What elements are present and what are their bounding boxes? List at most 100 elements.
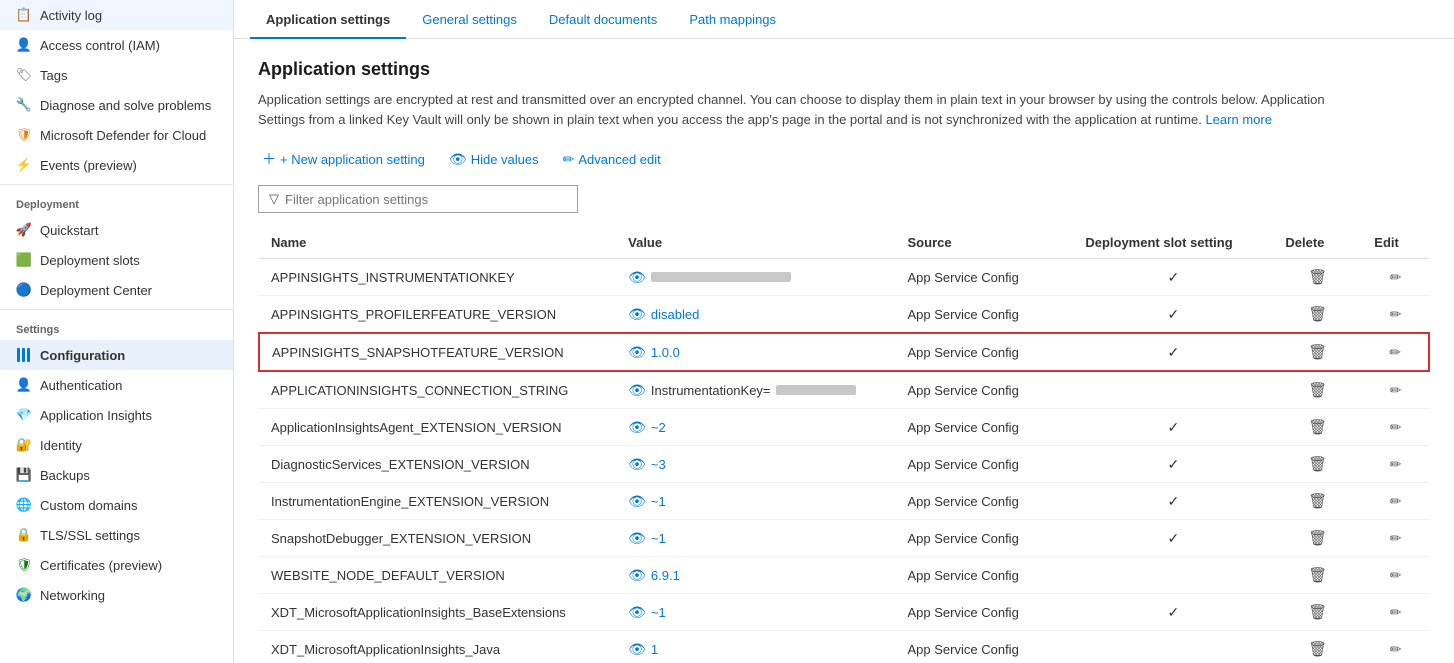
sidebar-item-defender[interactable]: 🛡 Microsoft Defender for Cloud [0,120,233,150]
sidebar-item-deployment-center[interactable]: 🔵 Deployment Center [0,275,233,305]
table-row: SnapshotDebugger_EXTENSION_VERSION👁~1App… [259,520,1429,557]
table-row: APPINSIGHTS_INSTRUMENTATIONKEY👁App Servi… [259,259,1429,296]
eye-icon[interactable]: 👁 [628,306,646,323]
sidebar-item-label: TLS/SSL settings [40,528,140,543]
setting-value: 👁~1 [616,594,895,631]
hide-values-button[interactable]: 👁 Hide values [445,147,543,172]
delete-button[interactable]: 🗑 [1302,490,1333,512]
eye-icon[interactable]: 👁 [628,641,646,658]
edit-button[interactable]: ✏ [1384,491,1408,512]
setting-value: 👁~2 [616,409,895,446]
setting-edit-cell: ✏ [1362,259,1429,296]
edit-button[interactable]: ✏ [1384,304,1408,325]
setting-delete-cell: 🗑 [1273,557,1362,594]
eye-icon[interactable]: 👁 [628,456,646,473]
tab-default-documents[interactable]: Default documents [533,0,673,39]
checkmark-icon: ✓ [1167,530,1179,546]
edit-button[interactable]: ✏ [1383,342,1407,363]
sidebar-item-configuration[interactable]: Configuration [0,340,233,370]
sidebar-item-tags[interactable]: 🏷 Tags [0,60,233,90]
delete-button[interactable]: 🗑 [1302,303,1333,325]
sidebar-item-networking[interactable]: 🌍 Networking [0,580,233,610]
sidebar-item-certificates[interactable]: 🛡 Certificates (preview) [0,550,233,580]
tab-application-settings[interactable]: Application settings [250,0,406,39]
edit-button[interactable]: ✏ [1384,454,1408,475]
setting-name: APPINSIGHTS_PROFILERFEATURE_VERSION [259,296,616,334]
delete-button[interactable]: 🗑 [1302,379,1333,401]
sidebar-item-label: Configuration [40,348,125,363]
delete-button[interactable]: 🗑 [1302,453,1333,475]
delete-button[interactable]: 🗑 [1302,341,1333,363]
setting-source: App Service Config [896,520,1074,557]
access-control-icon: 👤 [16,37,32,53]
setting-name: APPINSIGHTS_INSTRUMENTATIONKEY [259,259,616,296]
quickstart-icon: 🚀 [16,222,32,238]
delete-button[interactable]: 🗑 [1302,416,1333,438]
advanced-edit-button[interactable]: ✏ Advanced edit [559,147,665,172]
setting-source: App Service Config [896,557,1074,594]
edit-button[interactable]: ✏ [1384,267,1408,288]
edit-button[interactable]: ✏ [1384,417,1408,438]
sidebar-item-deployment-slots[interactable]: 🟩 Deployment slots [0,245,233,275]
sidebar-item-events[interactable]: ⚡ Events (preview) [0,150,233,180]
new-setting-button[interactable]: ＋ + New application setting [258,145,429,173]
tab-general-settings[interactable]: General settings [406,0,533,39]
tabs-bar: Application settings General settings De… [234,0,1454,39]
edit-button[interactable]: ✏ [1384,380,1408,401]
sidebar-item-quickstart[interactable]: 🚀 Quickstart [0,215,233,245]
backups-icon: 💾 [16,467,32,483]
setting-delete-cell: 🗑 [1273,483,1362,520]
delete-button[interactable]: 🗑 [1302,527,1333,549]
checkmark-icon: ✓ [1167,456,1179,472]
sidebar-item-tls-ssl[interactable]: 🔒 TLS/SSL settings [0,520,233,550]
eye-icon[interactable]: 👁 [628,604,646,621]
setting-deploy-slot: ✓ [1073,409,1273,446]
delete-button[interactable]: 🗑 [1302,638,1333,660]
setting-edit-cell: ✏ [1362,296,1429,334]
tab-path-mappings[interactable]: Path mappings [673,0,792,39]
delete-button[interactable]: 🗑 [1302,601,1333,623]
setting-edit-cell: ✏ [1362,483,1429,520]
setting-delete-cell: 🗑 [1273,333,1362,371]
setting-deploy-slot: ✓ [1073,594,1273,631]
plus-icon: ＋ [262,149,276,169]
sidebar-item-activity-log[interactable]: 📋 Activity log [0,0,233,30]
table-row: ApplicationInsightsAgent_EXTENSION_VERSI… [259,409,1429,446]
eye-icon[interactable]: 👁 [628,493,646,510]
edit-button[interactable]: ✏ [1384,602,1408,623]
setting-value: 👁1 [616,631,895,663]
configuration-icon [16,347,32,363]
eye-icon[interactable]: 👁 [628,344,646,361]
sidebar-item-diagnose[interactable]: 🔧 Diagnose and solve problems [0,90,233,120]
sidebar-item-authentication[interactable]: 👤 Authentication [0,370,233,400]
eye-icon[interactable]: 👁 [628,382,646,399]
setting-edit-cell: ✏ [1362,520,1429,557]
eye-icon[interactable]: 👁 [628,419,646,436]
filter-icon: ▽ [269,191,279,207]
sidebar-item-label: Certificates (preview) [40,558,162,573]
content-area: Application settings Application setting… [234,39,1454,663]
eye-icon[interactable]: 👁 [628,269,646,286]
learn-more-link[interactable]: Learn more [1205,112,1271,127]
filter-input[interactable] [285,192,567,207]
delete-button[interactable]: 🗑 [1302,266,1333,288]
delete-button[interactable]: 🗑 [1302,564,1333,586]
edit-button[interactable]: ✏ [1384,565,1408,586]
sidebar-item-application-insights[interactable]: 💎 Application Insights [0,400,233,430]
setting-source: App Service Config [896,631,1074,663]
eye-icon[interactable]: 👁 [628,567,646,584]
sidebar-item-custom-domains[interactable]: 🌐 Custom domains [0,490,233,520]
checkmark-icon: ✓ [1167,604,1179,620]
sidebar-item-identity[interactable]: 🔐 Identity [0,430,233,460]
sidebar-item-access-control[interactable]: 👤 Access control (IAM) [0,30,233,60]
sidebar-item-label: Application Insights [40,408,152,423]
edit-button[interactable]: ✏ [1384,639,1408,660]
edit-button[interactable]: ✏ [1384,528,1408,549]
setting-name: SnapshotDebugger_EXTENSION_VERSION [259,520,616,557]
sidebar-item-backups[interactable]: 💾 Backups [0,460,233,490]
setting-value: 👁disabled [616,296,895,334]
setting-name: XDT_MicrosoftApplicationInsights_Java [259,631,616,663]
setting-edit-cell: ✏ [1362,371,1429,409]
setting-edit-cell: ✏ [1362,557,1429,594]
eye-icon[interactable]: 👁 [628,530,646,547]
